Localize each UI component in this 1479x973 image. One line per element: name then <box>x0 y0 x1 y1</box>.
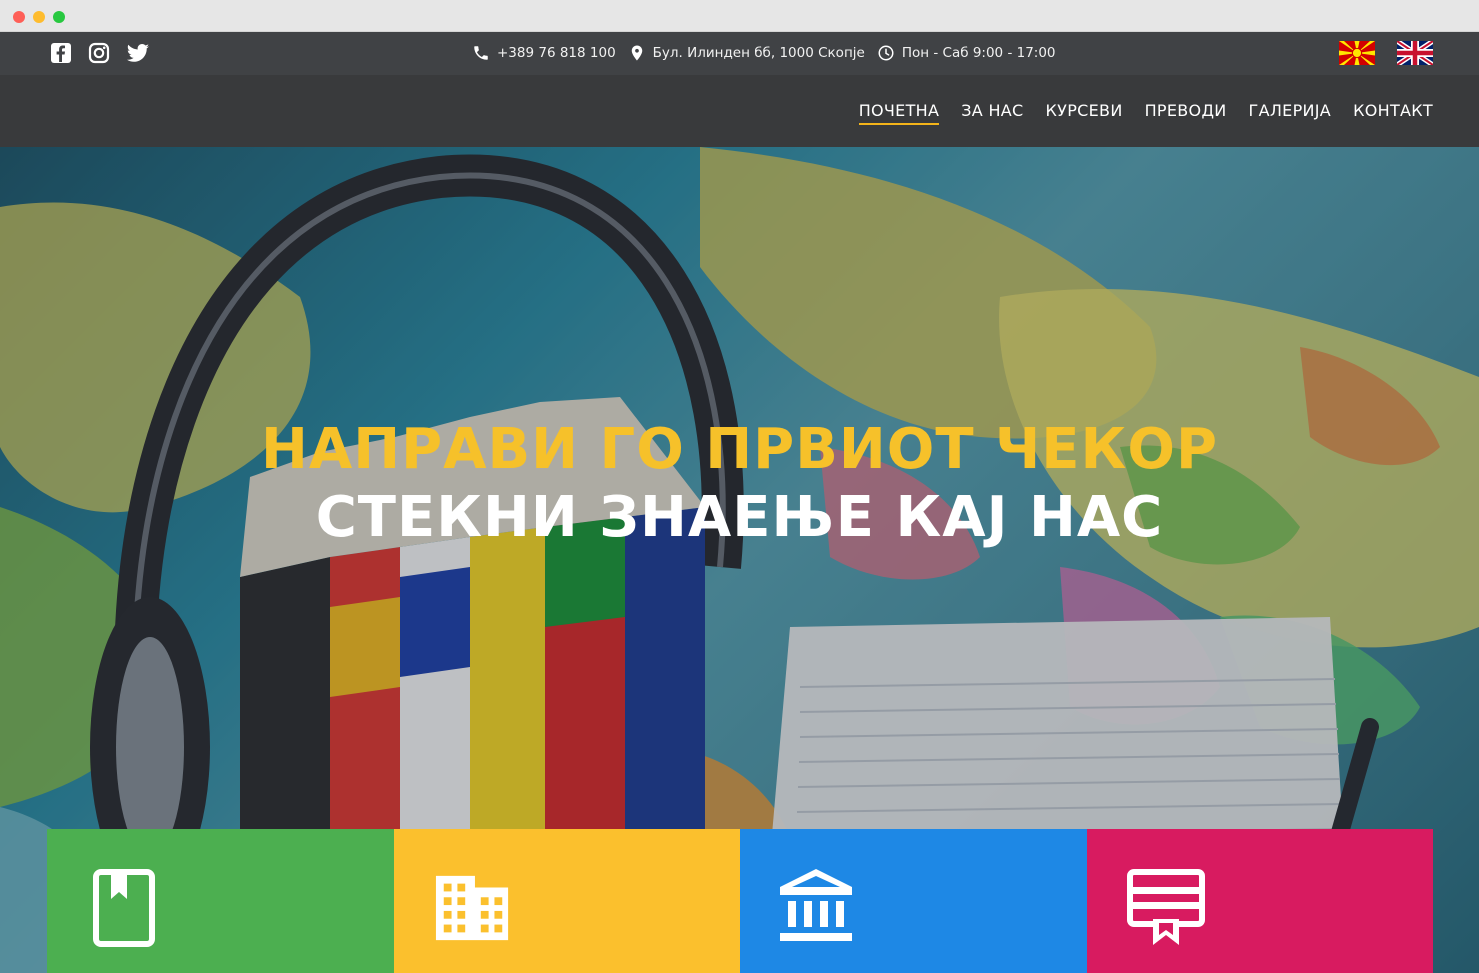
nav-item-translations[interactable]: ПРЕВОДИ <box>1145 101 1227 125</box>
language-switcher <box>1339 41 1433 65</box>
phone-item[interactable]: +389 76 818 100 <box>472 44 616 62</box>
nav-item-courses[interactable]: КУРСЕВИ <box>1046 101 1123 125</box>
uk-flag-icon[interactable] <box>1397 41 1433 65</box>
main-navbar: ПОЧЕТНА ЗА НАС КУРСЕВИ ПРЕВОДИ ГАЛЕРИЈА … <box>0 75 1479 147</box>
hero-title-line2: СТЕКНИ ЗНАЕЊЕ КАЈ НАС <box>315 485 1164 550</box>
phone-icon <box>474 46 488 60</box>
facebook-icon[interactable] <box>50 42 72 64</box>
main-nav: ПОЧЕТНА ЗА НАС КУРСЕВИ ПРЕВОДИ ГАЛЕРИЈА … <box>858 101 1433 125</box>
browser-window-chrome <box>0 0 1479 32</box>
top-info-bar: +389 76 818 100 Бул. Илинден бб, 1000 Ск… <box>0 32 1479 75</box>
nav-item-about[interactable]: ЗА НАС <box>961 101 1023 125</box>
book-icon <box>93 869 155 947</box>
hours-item: Пон - Саб 9:00 - 17:00 <box>877 44 1056 62</box>
hours-text: Пон - Саб 9:00 - 17:00 <box>901 45 1056 61</box>
building-icon <box>435 875 508 941</box>
address-item: Бул. Илинден бб, 1000 Скопје <box>628 44 865 62</box>
certificate-icon <box>1126 869 1205 945</box>
feature-tiles <box>47 829 1433 973</box>
instagram-icon[interactable] <box>88 42 110 64</box>
nav-item-gallery[interactable]: ГАЛЕРИЈА <box>1249 101 1332 125</box>
window-close-button[interactable] <box>13 11 25 23</box>
location-pin-icon <box>631 45 642 61</box>
window-minimize-button[interactable] <box>33 11 45 23</box>
feature-tile-building[interactable] <box>393 829 740 973</box>
twitter-icon[interactable] <box>126 42 149 64</box>
clock-icon <box>878 45 894 61</box>
hero-title-line1: НАПРАВИ ГО ПРВИОТ ЧЕКОР <box>261 417 1218 482</box>
nav-item-contact[interactable]: КОНТАКТ <box>1353 101 1433 125</box>
social-links <box>50 42 149 64</box>
institution-icon <box>780 869 852 941</box>
feature-tile-institution[interactable] <box>740 829 1087 973</box>
feature-tile-courses[interactable] <box>47 829 394 973</box>
nav-item-home[interactable]: ПОЧЕТНА <box>858 101 940 125</box>
window-maximize-button[interactable] <box>53 11 65 23</box>
feature-tile-certificate[interactable] <box>1086 829 1433 973</box>
phone-text: +389 76 818 100 <box>497 45 616 61</box>
macedonian-flag-icon[interactable] <box>1339 41 1375 65</box>
address-text: Бул. Илинден бб, 1000 Скопје <box>652 45 865 61</box>
contact-info: +389 76 818 100 Бул. Илинден бб, 1000 Ск… <box>472 44 1068 62</box>
